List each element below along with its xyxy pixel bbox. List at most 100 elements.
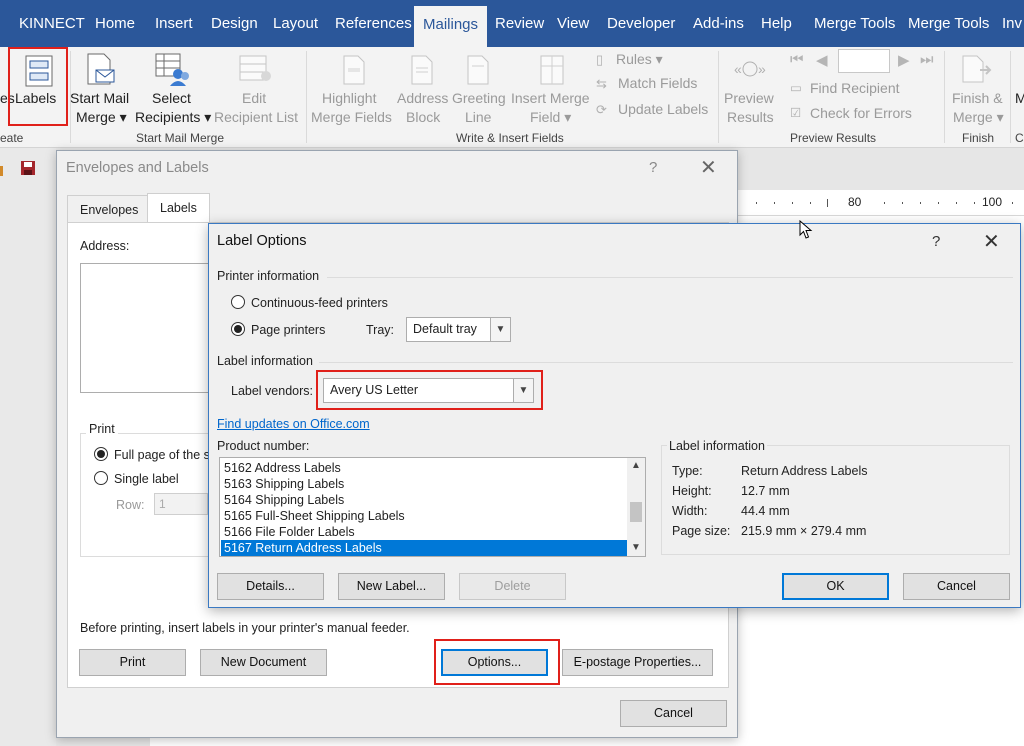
- group-partial-label: C: [1015, 131, 1024, 145]
- ribbon-separator: [1010, 51, 1011, 143]
- tab-mailings[interactable]: Mailings: [414, 6, 488, 47]
- highlight-merge-fields-button[interactable]: Highlight Merge Fields: [310, 50, 396, 128]
- list-item[interactable]: 5163 Shipping Labels: [223, 476, 344, 492]
- previous-record-icon[interactable]: ◀: [816, 51, 828, 69]
- close-icon[interactable]: ✕: [700, 155, 717, 180]
- greeting-label-1: Greeting: [452, 90, 506, 106]
- insert-merge-label-1: Insert Merge: [511, 90, 590, 106]
- group-start-mail-merge-label: Start Mail Merge: [136, 131, 225, 145]
- group-write-insert-label: Write & Insert Fields: [456, 131, 564, 145]
- tray-dropdown[interactable]: Default tray ▼: [406, 317, 511, 342]
- rules-label: Rules ▾: [616, 51, 663, 67]
- find-recipient-icon: ▭: [790, 81, 802, 95]
- quick-access-marker: [0, 166, 3, 176]
- product-number-list[interactable]: 5162 Address Labels 5163 Shipping Labels…: [219, 457, 646, 557]
- single-label-label: Single label: [114, 472, 179, 486]
- delete-button[interactable]: Delete: [459, 573, 566, 600]
- page-printers-label: Page printers: [251, 323, 326, 337]
- ribbon-separator: [306, 51, 307, 143]
- continuous-feed-radio[interactable]: [231, 295, 245, 309]
- tab-merge-tools-2[interactable]: Merge Tools: [899, 0, 998, 47]
- row-label: Row:: [116, 498, 145, 512]
- greeting-label-2: Line: [465, 109, 492, 125]
- rules-button[interactable]: ▯ Rules ▾: [596, 50, 676, 70]
- page-printers-radio[interactable]: [231, 322, 245, 336]
- tab-developer[interactable]: Developer: [598, 0, 684, 47]
- ribbon-partial-button[interactable]: M: [1015, 89, 1024, 108]
- edit-list-label-1: Edit: [242, 90, 267, 106]
- tab-envelopes[interactable]: Envelopes: [67, 195, 152, 223]
- list-item-selected[interactable]: 5167 Return Address Labels: [221, 540, 627, 556]
- scroll-up-icon[interactable]: ▲: [631, 460, 641, 471]
- preview-results-button[interactable]: « » Preview Results: [722, 50, 778, 128]
- tab-view[interactable]: View: [548, 0, 598, 47]
- print-button[interactable]: Print: [79, 649, 186, 676]
- printer-information-header: Printer information: [217, 269, 320, 283]
- insert-merge-field-button[interactable]: Insert Merge Field ▾: [510, 50, 592, 128]
- next-record-icon[interactable]: ▶: [898, 51, 910, 69]
- select-recipients-label-2: Recipients ▾: [135, 109, 212, 125]
- product-list-scrollbar[interactable]: ▲ ▼: [627, 458, 645, 556]
- scroll-down-icon[interactable]: ▼: [631, 542, 641, 553]
- height-value: 12.7 mm: [741, 484, 790, 498]
- edit-recipient-list-button[interactable]: Edit Recipient List: [214, 50, 300, 128]
- single-label-radio[interactable]: [94, 471, 108, 485]
- check-errors-button[interactable]: ☑ Check for Errors: [790, 104, 920, 124]
- new-label-button[interactable]: New Label...: [338, 573, 445, 600]
- ribbon-separator: [718, 51, 719, 143]
- match-fields-button[interactable]: ⇆ Match Fields: [596, 74, 706, 94]
- close-icon[interactable]: ✕: [983, 229, 1000, 254]
- select-recipients-button[interactable]: Select Recipients ▾: [134, 50, 214, 128]
- list-item[interactable]: 5166 File Folder Labels: [223, 524, 355, 540]
- tab-help[interactable]: Help: [752, 0, 801, 47]
- details-button[interactable]: Details...: [217, 573, 324, 600]
- find-recipient-button[interactable]: ▭ Find Recipient: [790, 79, 920, 99]
- new-document-button[interactable]: New Document: [200, 649, 327, 676]
- check-errors-icon: ☑: [790, 106, 802, 120]
- tab-layout[interactable]: Layout: [264, 0, 327, 47]
- address-block-button[interactable]: Address Block: [396, 50, 450, 128]
- tab-review[interactable]: Review: [486, 0, 553, 47]
- cancel-button[interactable]: Cancel: [620, 700, 727, 727]
- full-page-radio[interactable]: [94, 447, 108, 461]
- section-divider: [319, 362, 1013, 363]
- last-record-icon[interactable]: ⏭: [920, 51, 934, 68]
- match-fields-label: Match Fields: [618, 75, 698, 91]
- epostage-properties-button[interactable]: E-postage Properties...: [562, 649, 713, 676]
- cancel-button[interactable]: Cancel: [903, 573, 1010, 600]
- label-information-box-header: Label information: [667, 439, 767, 453]
- tab-kinnect[interactable]: KINNECT: [10, 0, 94, 47]
- list-item[interactable]: 5162 Address Labels: [223, 460, 341, 476]
- help-icon[interactable]: ?: [932, 233, 940, 250]
- tab-design[interactable]: Design: [202, 0, 267, 47]
- tab-merge-tools-1[interactable]: Merge Tools: [805, 0, 904, 47]
- tab-inv-partial[interactable]: Inv: [993, 0, 1024, 47]
- tab-add-ins[interactable]: Add-ins: [684, 0, 753, 47]
- greeting-line-button[interactable]: Greeting Line: [450, 50, 510, 128]
- update-labels-button[interactable]: ⟳ Update Labels: [596, 100, 712, 120]
- tab-insert[interactable]: Insert: [146, 0, 202, 47]
- record-number-input[interactable]: [838, 49, 890, 73]
- insert-field-icon: [540, 55, 564, 85]
- highlight-label-2: Merge Fields: [311, 109, 392, 125]
- tab-references[interactable]: References: [326, 0, 421, 47]
- tab-home[interactable]: Home: [86, 0, 144, 47]
- height-label: Height:: [672, 484, 712, 498]
- finish-merge-button[interactable]: Finish & Merge ▾: [948, 50, 1006, 128]
- save-icon[interactable]: [20, 160, 36, 176]
- list-item[interactable]: 5164 Shipping Labels: [223, 492, 344, 508]
- tab-labels[interactable]: Labels: [147, 193, 210, 223]
- row-input[interactable]: 1: [154, 493, 208, 515]
- help-icon[interactable]: ?: [649, 159, 657, 176]
- rules-icon: ▯: [596, 52, 604, 67]
- scroll-thumb[interactable]: [630, 502, 642, 522]
- find-updates-link[interactable]: Find updates on Office.com: [217, 417, 370, 431]
- list-item[interactable]: 5165 Full-Sheet Shipping Labels: [223, 508, 405, 524]
- ok-button[interactable]: OK: [782, 573, 889, 600]
- page-size-label: Page size:: [672, 524, 731, 538]
- ruler-label-80: 80: [848, 195, 862, 209]
- address-block-icon: [411, 55, 433, 85]
- first-record-icon[interactable]: ⏮: [790, 51, 804, 68]
- group-finish-label: Finish: [962, 131, 995, 145]
- start-mail-merge-button[interactable]: Start Mail Merge ▾: [68, 50, 134, 128]
